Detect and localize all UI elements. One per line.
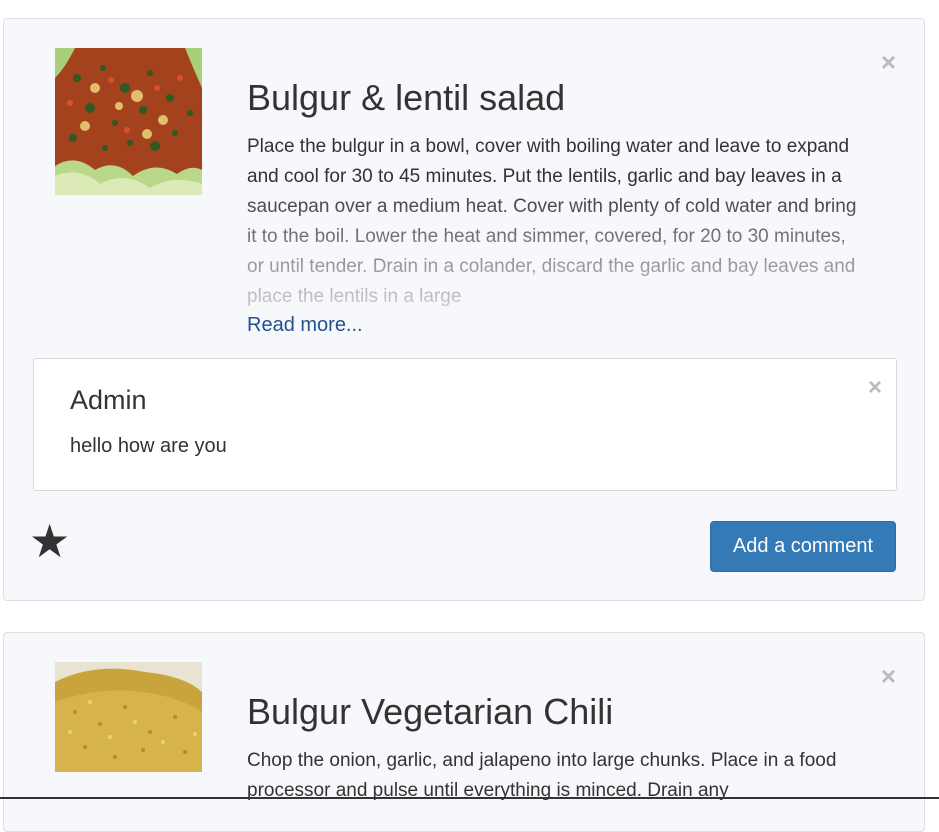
read-more-link[interactable]: Read more... bbox=[247, 314, 363, 337]
salad-photo-icon bbox=[55, 48, 202, 195]
recipe-description: Place the bulgur in a bowl, cover with b… bbox=[247, 136, 857, 307]
recipe-card: × Bulgur & lentil salad Place the bulgur… bbox=[3, 18, 925, 601]
recipe-card: × Bulgur Vegetarian Chili Chop the onion… bbox=[3, 632, 925, 832]
star-icon[interactable]: ★ bbox=[29, 516, 70, 566]
comment-box: × Admin hello how are you bbox=[33, 358, 897, 491]
add-comment-button[interactable]: Add a comment bbox=[710, 521, 896, 572]
close-icon[interactable]: × bbox=[881, 663, 896, 689]
bottom-border bbox=[0, 797, 939, 799]
comment-text: hello how are you bbox=[70, 435, 227, 457]
recipe-image-bulgur-lentil-salad bbox=[55, 48, 202, 195]
close-icon[interactable]: × bbox=[881, 49, 896, 75]
recipe-title: Bulgur Vegetarian Chili bbox=[247, 691, 614, 732]
bulgur-grain-photo-icon bbox=[55, 662, 202, 772]
recipe-image-bulgur-vegetarian-chili bbox=[55, 662, 202, 772]
recipe-title: Bulgur & lentil salad bbox=[247, 77, 566, 118]
comment-author: Admin bbox=[70, 385, 147, 415]
close-icon[interactable]: × bbox=[868, 375, 882, 401]
